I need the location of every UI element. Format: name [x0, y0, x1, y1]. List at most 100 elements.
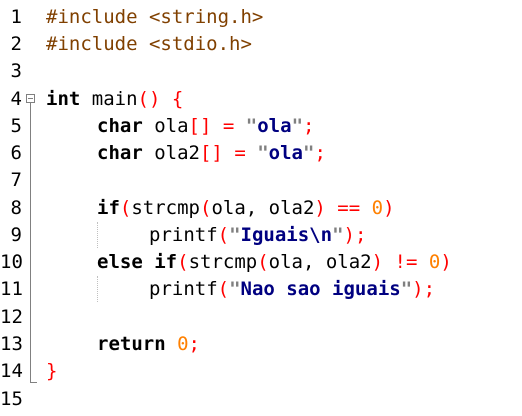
line-number: 6	[10, 142, 22, 164]
string-quote: "	[332, 224, 344, 246]
paren: (	[257, 251, 269, 273]
function-call: strcmp	[131, 197, 200, 219]
type-keyword: char	[97, 115, 143, 137]
fold-margin-line	[30, 103, 31, 383]
line-number: 8	[10, 197, 22, 219]
string-quote: "	[245, 115, 258, 137]
string-literal: Iguais\n	[240, 224, 333, 246]
indent-guide	[97, 276, 98, 302]
string-literal: ola	[257, 115, 292, 137]
include-header: <string.h>	[148, 6, 264, 28]
function-call: printf	[149, 224, 218, 246]
line-number: 3	[10, 60, 22, 82]
type-keyword: int	[46, 88, 81, 110]
line-number: 4	[10, 88, 22, 110]
code-line-10: else if(strcmp(ola, ola2) != 0)	[97, 249, 452, 275]
code-line-2: #include <stdio.h>	[46, 31, 252, 57]
code-line-5: char ola[] = "ola";	[97, 113, 314, 139]
code-line-13: return 0;	[97, 331, 200, 357]
paren: (	[177, 251, 189, 273]
paren: (	[119, 197, 132, 219]
string-literal: ola	[268, 142, 303, 164]
brackets: []	[199, 142, 223, 164]
type-keyword: char	[97, 142, 143, 164]
semicolon: ;	[314, 142, 326, 164]
control-keyword: if	[97, 197, 120, 219]
code-editor[interactable]: 1 2 3 4 5 6 7 8 9 10 11 12 13 14 15 #inc…	[0, 0, 522, 416]
arguments: ola, ola2	[268, 251, 372, 273]
include-header: <stdio.h>	[148, 33, 252, 55]
line-number: 7	[10, 169, 22, 191]
equality-operator: ==	[337, 197, 361, 219]
line-number: 9	[10, 224, 22, 246]
line-number: 5	[10, 115, 22, 137]
number-literal: 0	[428, 251, 441, 273]
return-keyword: return	[97, 333, 166, 355]
paren: )	[371, 251, 384, 273]
semicolon: ;	[423, 278, 436, 300]
open-brace: {	[171, 88, 184, 110]
string-quote: "	[400, 278, 413, 300]
string-quote: "	[229, 278, 241, 300]
line-number: 12	[0, 306, 23, 328]
assign-operator: =	[234, 142, 246, 164]
close-brace: }	[46, 360, 58, 382]
preprocessor-directive: #include	[46, 6, 149, 28]
string-quote: "	[291, 115, 304, 137]
number-literal: 0	[371, 197, 384, 219]
line-number: 13	[0, 333, 23, 355]
line-number: 2	[10, 33, 22, 55]
code-line-4: int main() {	[46, 86, 183, 112]
line-number: 15	[0, 388, 23, 410]
paren: )	[343, 224, 355, 246]
assign-operator: =	[222, 115, 235, 137]
code-line-8: if(strcmp(ola, ola2) == 0)	[97, 195, 395, 221]
string-quote: "	[257, 142, 269, 164]
code-line-6: char ola2[] = "ola";	[97, 140, 326, 166]
line-number-gutter: 1 2 3 4 5 6 7 8 9 10 11 12 13 14 15	[0, 0, 40, 416]
brackets: []	[188, 115, 212, 137]
fold-end-marker	[30, 382, 37, 383]
paren: )	[383, 197, 395, 219]
identifier: ola	[142, 115, 189, 137]
paren: )	[412, 278, 424, 300]
line-number: 1	[10, 6, 22, 28]
paren: )	[440, 251, 452, 273]
code-line-14: }	[46, 358, 57, 384]
control-keyword: if	[154, 251, 178, 273]
string-literal: Nao sao iguais	[240, 278, 401, 300]
number-literal: 0	[177, 333, 189, 355]
paren: (	[199, 197, 212, 219]
fold-collapse-icon[interactable]	[26, 94, 35, 103]
string-quote: "	[229, 224, 241, 246]
line-number: 14	[0, 360, 23, 382]
semicolon: ;	[188, 333, 200, 355]
paren: (	[217, 224, 230, 246]
preprocessor-directive: #include	[46, 33, 149, 55]
indent-guide	[97, 222, 98, 248]
code-line-11: printf("Nao sao iguais");	[149, 276, 435, 302]
code-line-1: #include <string.h>	[46, 4, 263, 30]
line-number: 11	[0, 278, 23, 300]
control-keyword: else	[97, 251, 143, 273]
paren: (	[217, 278, 230, 300]
function-call: strcmp	[188, 251, 258, 273]
identifier: ola2	[142, 142, 200, 164]
paren: ()	[137, 88, 161, 110]
inequality-operator: !=	[394, 251, 418, 273]
code-line-9: printf("Iguais\n");	[149, 222, 366, 248]
semicolon: ;	[303, 115, 315, 137]
arguments: ola, ola2	[211, 197, 315, 219]
function-call: printf	[149, 278, 218, 300]
